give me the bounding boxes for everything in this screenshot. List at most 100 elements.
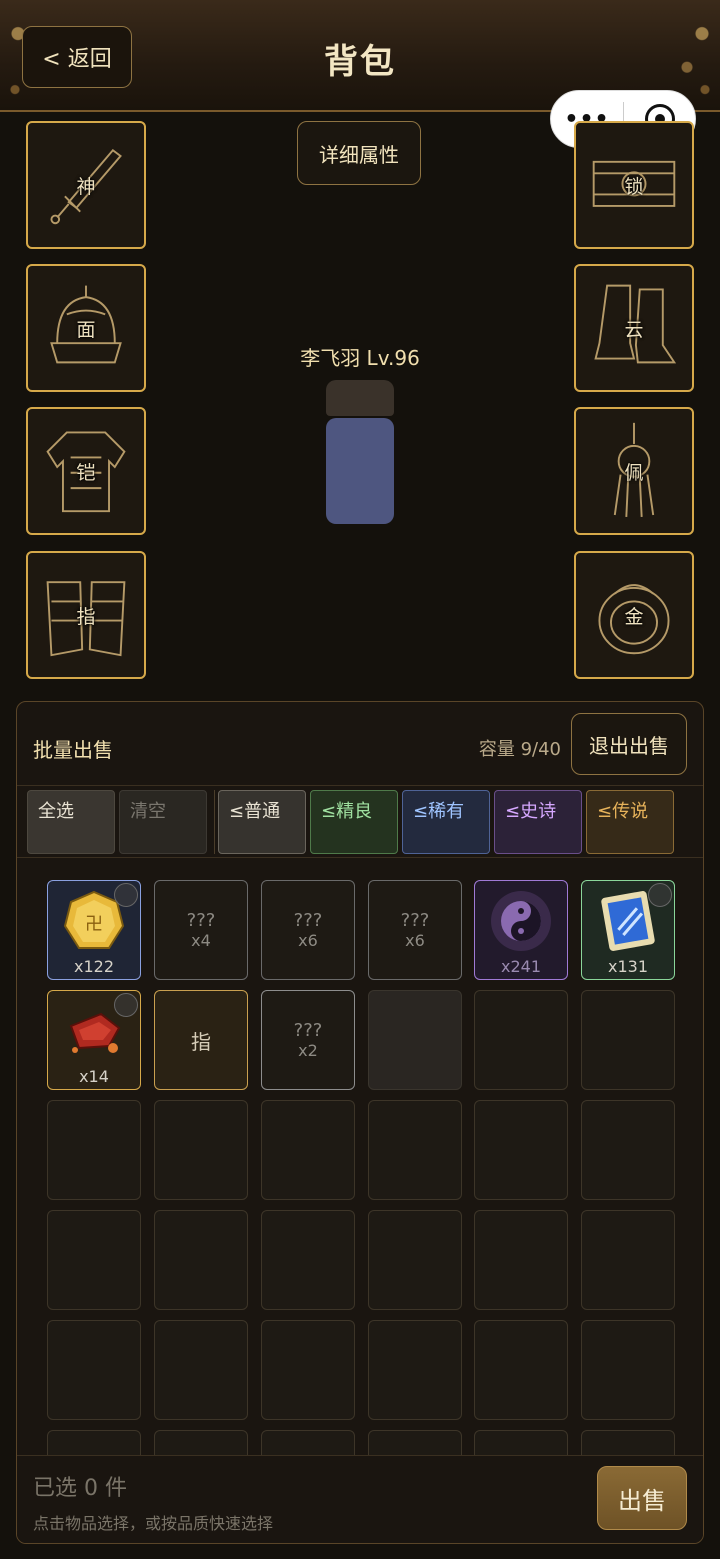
slot-boots[interactable]: 云 <box>574 264 694 392</box>
empty-cell[interactable] <box>581 1320 675 1420</box>
exit-sell-button[interactable]: 退出出售 <box>571 713 687 775</box>
inventory-item[interactable]: x14 <box>47 990 141 1090</box>
empty-cell[interactable] <box>47 1320 141 1420</box>
sell-button-label: 出售 <box>618 1486 666 1515</box>
inventory-panel: 批量出售 容量 9/40 退出出售 全选 清空 ≤普通 ≤精良 ≤稀有 ≤史诗 … <box>16 701 704 1544</box>
slot-helmet[interactable]: 面 <box>26 264 146 392</box>
character-body-placeholder <box>326 418 394 524</box>
item-label: 指 <box>191 1029 211 1054</box>
detail-attributes-button[interactable]: 详细属性 <box>297 121 421 185</box>
svg-text:卍: 卍 <box>85 914 103 935</box>
inventory-item[interactable]: ??? x2 <box>261 990 355 1090</box>
inventory-item[interactable]: 指 <box>154 990 248 1090</box>
slot-ring[interactable]: 金 <box>574 551 694 679</box>
filter-common-label: ≤普通 <box>229 801 281 822</box>
filter-legendary-label: ≤传说 <box>597 801 649 822</box>
item-count: x131 <box>607 957 648 976</box>
unknown-item-mark: ??? <box>400 910 430 931</box>
empty-cell[interactable] <box>474 990 568 1090</box>
filter-epic-label: ≤史诗 <box>505 801 557 822</box>
select-all-button[interactable]: 全选 <box>27 790 115 854</box>
slot-belt[interactable]: 锁 <box>574 121 694 249</box>
empty-cell[interactable] <box>261 1320 355 1420</box>
select-radio[interactable] <box>114 993 138 1017</box>
filter-divider <box>214 790 215 854</box>
detail-attributes-label: 详细属性 <box>319 142 399 167</box>
inventory-item[interactable]: x131 <box>581 880 675 980</box>
item-count: x4 <box>191 931 211 950</box>
slot-armor[interactable]: 铠 <box>26 407 146 535</box>
slot-label: 指 <box>76 605 96 628</box>
exit-sell-label: 退出出售 <box>589 733 669 758</box>
slot-gloves[interactable]: 指 <box>26 551 146 679</box>
capacity-label: 容量 9/40 <box>478 739 561 760</box>
selection-hint: 点击物品选择，或按品质快速选择 <box>33 1514 274 1533</box>
empty-cell[interactable] <box>474 1100 568 1200</box>
unknown-item-mark: ??? <box>186 910 216 931</box>
slot-pendant[interactable]: 佩 <box>574 407 694 535</box>
slot-label: 锁 <box>624 175 644 198</box>
empty-cell[interactable] <box>474 1210 568 1310</box>
clear-label: 清空 <box>130 801 166 822</box>
empty-cell[interactable] <box>368 990 462 1090</box>
empty-cell[interactable] <box>154 1430 248 1458</box>
inventory-item[interactable]: ??? x6 <box>261 880 355 980</box>
select-all-label: 全选 <box>38 801 74 822</box>
empty-cell[interactable] <box>261 1210 355 1310</box>
selected-count: 已选 0 件 <box>33 1476 127 1501</box>
filter-fine-label: ≤精良 <box>321 801 373 822</box>
empty-cell[interactable] <box>261 1430 355 1458</box>
empty-cell[interactable] <box>474 1320 568 1420</box>
page-title: 背包 <box>324 42 396 82</box>
empty-cell[interactable] <box>154 1320 248 1420</box>
slot-label: 云 <box>624 318 644 341</box>
filter-legendary-button[interactable]: ≤传说 <box>586 790 674 854</box>
item-count: x6 <box>298 931 318 950</box>
empty-cell[interactable] <box>47 1430 141 1458</box>
empty-cell[interactable] <box>368 1100 462 1200</box>
empty-cell[interactable] <box>581 1430 675 1458</box>
clear-button[interactable]: 清空 <box>119 790 207 854</box>
filter-fine-button[interactable]: ≤精良 <box>310 790 398 854</box>
item-count: x2 <box>298 1041 318 1060</box>
slot-label: 面 <box>76 318 96 341</box>
empty-cell[interactable] <box>368 1320 462 1420</box>
inventory-item[interactable]: ??? x6 <box>368 880 462 980</box>
empty-cell[interactable] <box>47 1210 141 1310</box>
slot-label: 神 <box>76 175 96 198</box>
slot-weapon[interactable]: 神 <box>26 121 146 249</box>
empty-cell[interactable] <box>261 1100 355 1200</box>
yin-yang-icon <box>491 891 551 951</box>
inventory-item[interactable]: 卍 x122 <box>47 880 141 980</box>
empty-cell[interactable] <box>581 990 675 1090</box>
select-radio[interactable] <box>648 883 672 907</box>
slot-label: 铠 <box>76 461 96 484</box>
filter-common-button[interactable]: ≤普通 <box>218 790 306 854</box>
inventory-item[interactable]: ??? x4 <box>154 880 248 980</box>
inventory-item[interactable]: x241 <box>474 880 568 980</box>
filter-epic-button[interactable]: ≤史诗 <box>494 790 582 854</box>
item-count: x6 <box>405 931 425 950</box>
filter-rare-button[interactable]: ≤稀有 <box>402 790 490 854</box>
unknown-item-mark: ??? <box>293 910 323 931</box>
unknown-item-mark: ??? <box>293 1020 323 1041</box>
empty-cell[interactable] <box>154 1210 248 1310</box>
item-count: x14 <box>79 1067 109 1086</box>
sell-button[interactable]: 出售 <box>597 1466 687 1530</box>
empty-cell[interactable] <box>368 1430 462 1458</box>
character-name-level: 李飞羽 Lv.96 <box>300 346 420 370</box>
sell-footer: 已选 0 件 点击物品选择，或按品质快速选择 出售 <box>17 1455 703 1543</box>
item-count: x122 <box>73 957 114 976</box>
item-count: x241 <box>500 957 541 976</box>
empty-cell[interactable] <box>368 1210 462 1310</box>
empty-cell[interactable] <box>581 1100 675 1200</box>
character-head-placeholder <box>326 380 394 416</box>
select-radio[interactable] <box>114 883 138 907</box>
empty-cell[interactable] <box>47 1100 141 1200</box>
empty-cell[interactable] <box>581 1210 675 1310</box>
empty-cell[interactable] <box>474 1430 568 1458</box>
filter-rare-label: ≤稀有 <box>413 801 465 822</box>
empty-cell[interactable] <box>154 1100 248 1200</box>
inventory-grid: 卍 x122 ??? x4 ??? x6 ??? x6 x241 x131 x1… <box>17 858 703 1458</box>
bulk-sell-title: 批量出售 <box>33 738 113 762</box>
